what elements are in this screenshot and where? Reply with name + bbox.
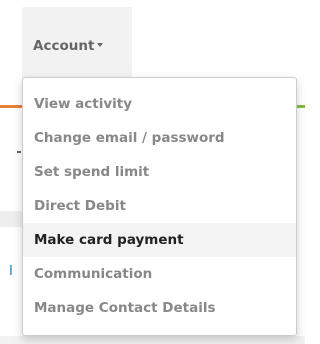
background-bottom-band [0, 336, 305, 344]
account-toggle-label: Account [33, 38, 95, 54]
background-partial-link-text[interactable]: I [9, 263, 13, 281]
menu-item-make-card-payment[interactable]: Make card payment [23, 223, 296, 257]
menu-item-view-activity[interactable]: View activity [23, 87, 296, 121]
menu-item-set-spend-limit[interactable]: Set spend limit [23, 155, 296, 189]
menu-item-change-email-password[interactable]: Change email / password [23, 121, 296, 155]
background-grey-band [0, 211, 22, 227]
account-menu-toggle[interactable]: Account [22, 7, 132, 84]
menu-item-direct-debit[interactable]: Direct Debit [23, 189, 296, 223]
background-dash [17, 151, 21, 153]
caret-down-icon [97, 43, 104, 47]
menu-item-manage-contact-details[interactable]: Manage Contact Details [23, 291, 296, 325]
account-dropdown-menu: View activity Change email / password Se… [22, 77, 297, 336]
background-green-divider [297, 105, 305, 108]
background-orange-divider [0, 105, 22, 108]
menu-item-communication[interactable]: Communication [23, 257, 296, 291]
account-toggle-label-wrap: Account [33, 37, 104, 55]
